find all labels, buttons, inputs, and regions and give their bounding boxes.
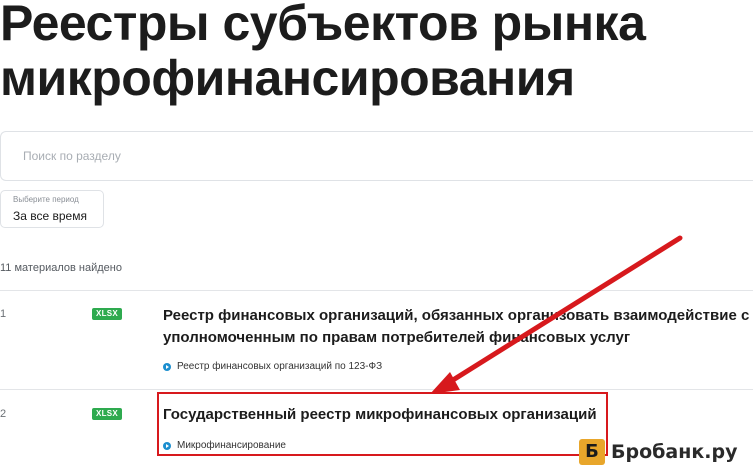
brobank-logo-icon: Б xyxy=(579,439,605,465)
period-value[interactable]: За все время xyxy=(13,209,87,223)
result-tag[interactable]: Реестр финансовых организаций по 123-ФЗ xyxy=(163,361,382,372)
xlsx-badge[interactable]: XLSX xyxy=(92,408,122,420)
highlight-box xyxy=(157,392,608,456)
page-title: Реестры субъектов рынка микрофинансирова… xyxy=(0,0,646,106)
arrow-circle-icon xyxy=(163,362,171,371)
row-number: 2 xyxy=(0,408,7,420)
period-select[interactable]: Выберите период За все время xyxy=(0,190,104,228)
result-title-link[interactable]: Реестр финансовых организаций, обязанных… xyxy=(163,305,753,349)
search-box[interactable] xyxy=(0,131,753,181)
result-tag-label[interactable]: Реестр финансовых организаций по 123-ФЗ xyxy=(177,361,382,372)
search-input[interactable] xyxy=(21,148,725,164)
divider xyxy=(0,290,753,291)
watermark: Б Бробанк.ру xyxy=(579,437,737,467)
xlsx-badge[interactable]: XLSX xyxy=(92,308,122,320)
results-count: 11 материалов найдено xyxy=(0,262,122,274)
row-number: 1 xyxy=(0,308,7,320)
watermark-text: Бробанк.ру xyxy=(611,441,738,463)
divider xyxy=(0,389,753,390)
period-label: Выберите период xyxy=(13,195,79,204)
